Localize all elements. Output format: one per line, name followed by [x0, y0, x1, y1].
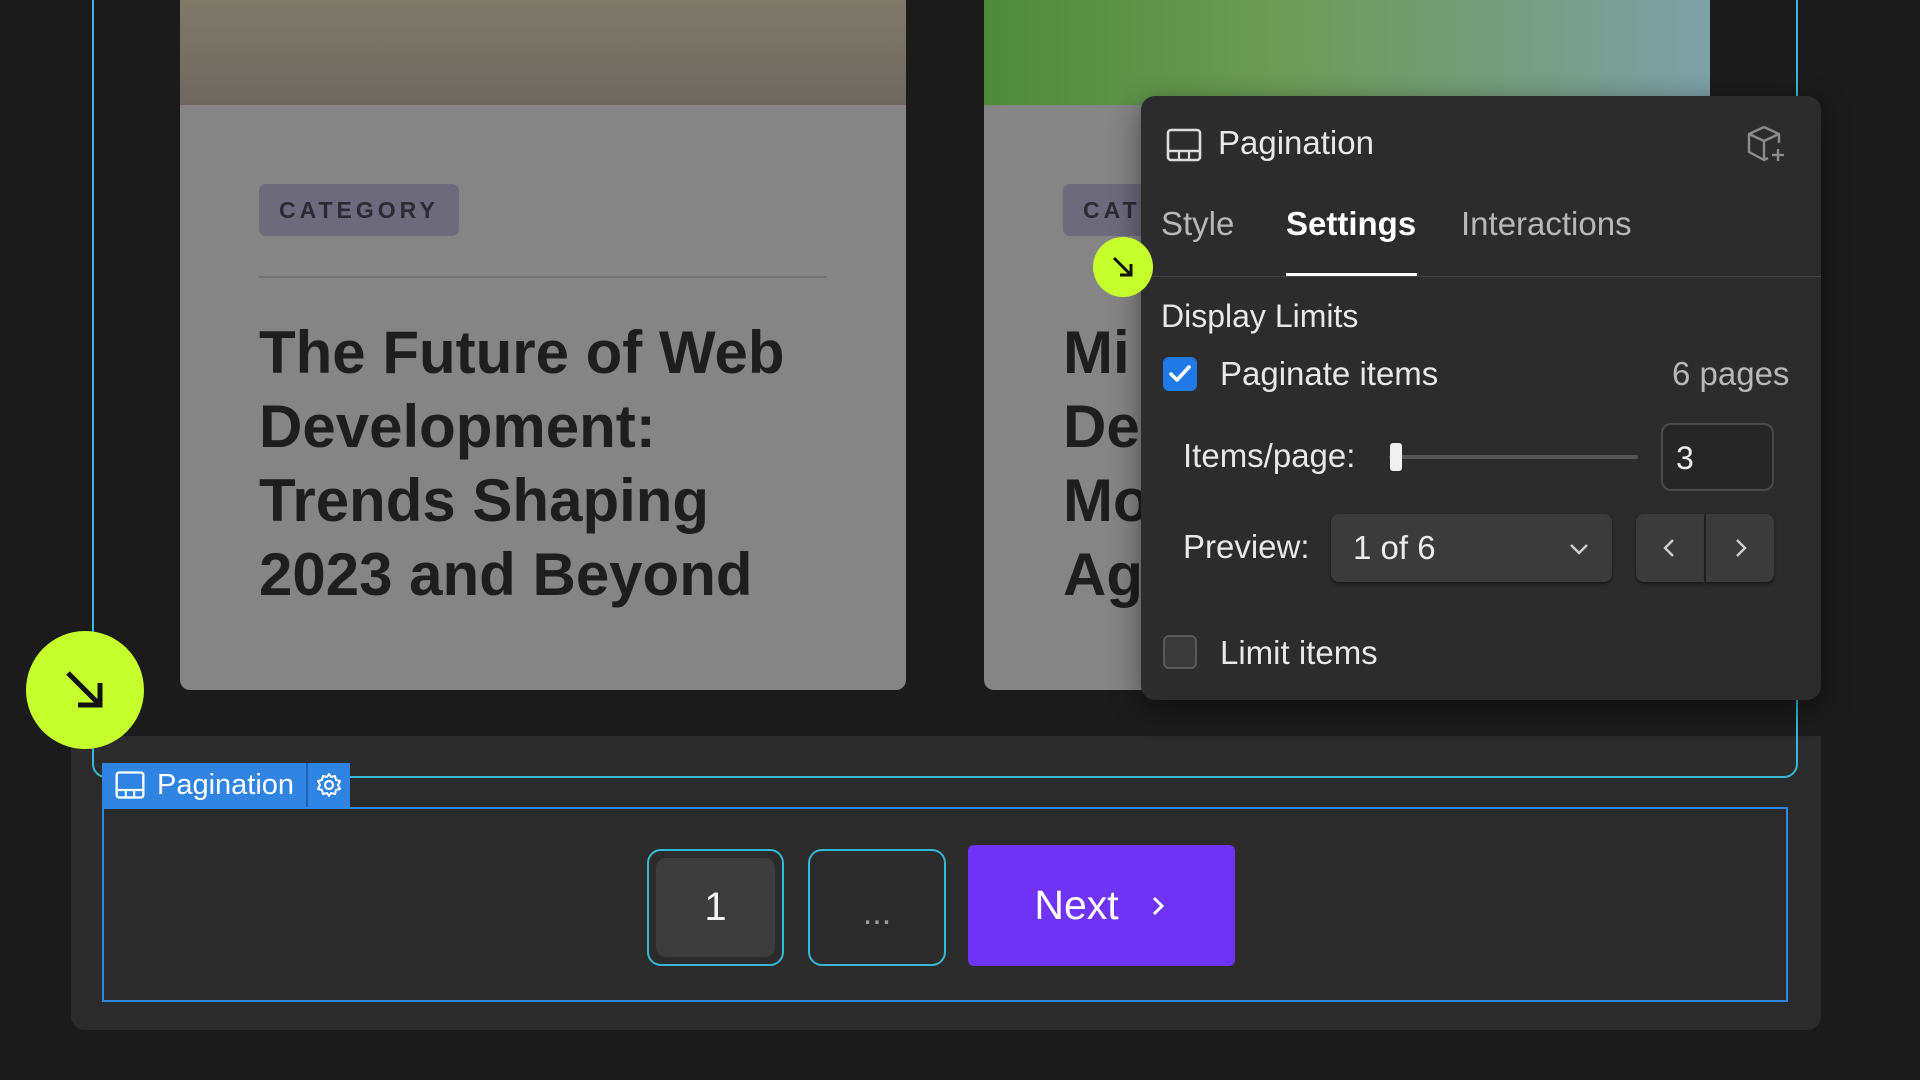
pagination-component-icon — [1166, 127, 1202, 163]
limit-items-checkbox[interactable] — [1163, 635, 1197, 669]
add-component-icon[interactable] — [1746, 124, 1786, 164]
page-number-inner: 1 — [656, 858, 775, 957]
items-per-page-value: 3 — [1676, 440, 1694, 476]
pagination-settings-panel — [1141, 96, 1821, 700]
card-2-title-line-2: De — [1063, 393, 1140, 460]
page-number-text: 1 — [704, 885, 727, 929]
items-per-page-slider-handle[interactable] — [1390, 443, 1402, 471]
card-1-title-line-1: The Future of Web — [259, 319, 785, 386]
chevron-right-icon — [1152, 896, 1164, 915]
collaborator-cursor-small — [1093, 237, 1153, 297]
tab-style[interactable]: Style — [1161, 205, 1234, 243]
pagination-element-name: Pagination — [157, 768, 295, 801]
preview-selected-value: 1 of 6 — [1353, 529, 1436, 566]
preview-page-select[interactable]: 1 of 6 — [1331, 514, 1612, 582]
card-2-title-line-1: Mi — [1063, 319, 1130, 386]
card-1-image — [180, 0, 906, 105]
card-1-divider — [259, 276, 827, 278]
card-2-title: Mi De Mo Ag — [1063, 316, 1150, 612]
page-number-button[interactable]: 1 — [647, 849, 784, 966]
next-page-button[interactable]: Next — [968, 845, 1235, 966]
items-per-page-input[interactable]: 3 — [1661, 423, 1774, 491]
preview-label: Preview: — [1183, 528, 1310, 565]
card-2-image — [984, 0, 1710, 105]
pages-count: 6 pages — [1672, 355, 1790, 392]
next-button-label: Next — [1034, 882, 1119, 928]
tabs-divider — [1141, 276, 1821, 277]
chevron-down-icon — [1570, 544, 1588, 555]
tab-interactions[interactable]: Interactions — [1461, 205, 1632, 243]
paginate-items-checkbox[interactable] — [1163, 357, 1197, 391]
collaborator-cursor-large — [26, 631, 144, 749]
pagination-component-icon — [115, 770, 145, 800]
card-2-title-line-4: Ag — [1063, 541, 1143, 608]
card-1-category-badge: CATEGORY — [259, 184, 459, 236]
cursor-arrow-icon — [66, 671, 103, 708]
chevron-right-icon — [1736, 539, 1747, 557]
card-1-title-line-2: Development: — [259, 393, 656, 460]
preview-prev-button[interactable] — [1636, 514, 1704, 582]
checkmark-icon — [1169, 365, 1191, 382]
page-ellipsis-text: ... — [862, 894, 892, 932]
element-settings-button[interactable] — [306, 763, 350, 807]
tab-settings[interactable]: Settings — [1286, 205, 1416, 243]
items-per-page-label: Items/page: — [1183, 437, 1356, 474]
gear-icon — [317, 773, 342, 797]
chevron-left-icon — [1663, 539, 1674, 557]
card-1-title: The Future of Web Development: Trends Sh… — [259, 316, 785, 612]
card-1-title-line-3: Trends Shaping — [259, 467, 710, 534]
page-ellipsis-button[interactable]: ... — [808, 849, 946, 966]
blog-card-1[interactable]: CATEGORY The Future of Web Development: … — [180, 0, 906, 690]
card-1-title-line-4: 2023 and Beyond — [259, 541, 753, 608]
cursor-arrow-icon — [1112, 256, 1133, 277]
card-2-title-line-3: Mo — [1063, 467, 1150, 534]
section-title: Display Limits — [1161, 298, 1359, 334]
preview-next-button[interactable] — [1706, 514, 1774, 582]
limit-items-label: Limit items — [1220, 634, 1378, 671]
pagination-element-label[interactable]: Pagination — [102, 763, 351, 807]
items-per-page-slider-track[interactable] — [1389, 455, 1638, 459]
paginate-items-label: Paginate items — [1220, 355, 1439, 392]
panel-title: Pagination — [1218, 124, 1374, 161]
